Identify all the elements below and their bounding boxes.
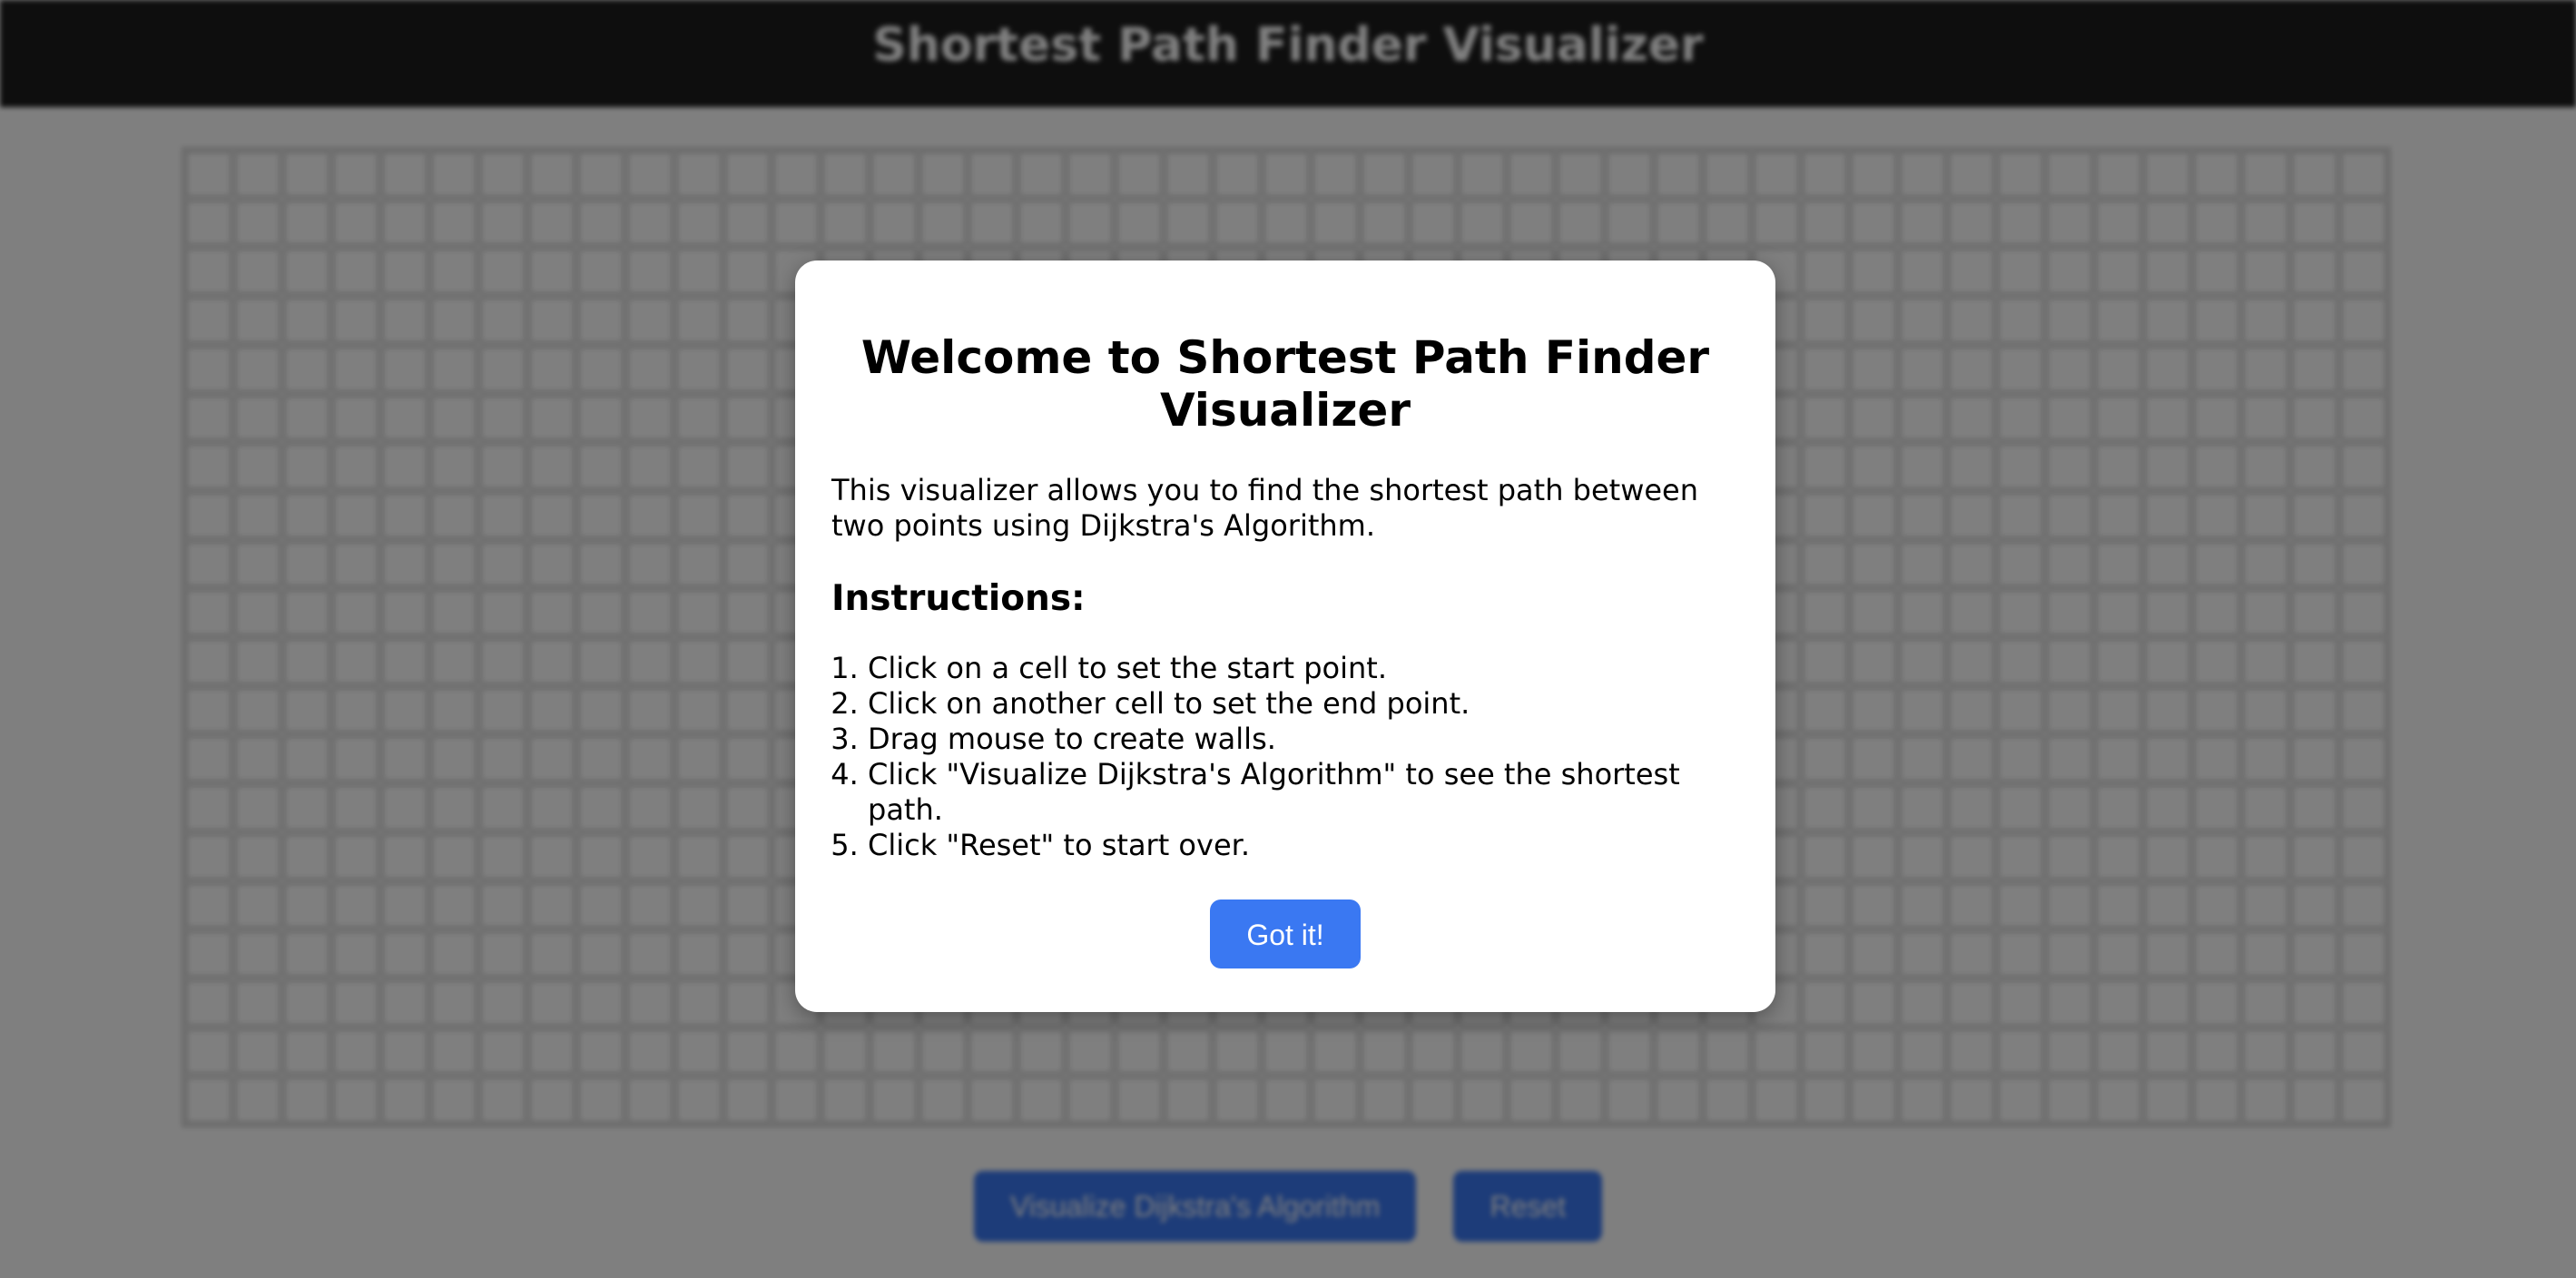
instructions-heading: Instructions: xyxy=(831,578,1086,619)
welcome-modal: Welcome to Shortest Path Finder Visualiz… xyxy=(795,261,1775,1012)
modal-actions: Got it! xyxy=(831,900,1739,968)
instruction-item: Click on another cell to set the end poi… xyxy=(868,686,1739,722)
modal-description: This visualizer allows you to find the s… xyxy=(831,473,1699,543)
instruction-item: Click on a cell to set the start point. xyxy=(868,651,1739,686)
instruction-item: Click "Reset" to start over. xyxy=(868,828,1739,863)
instruction-item: Drag mouse to create walls. xyxy=(868,722,1739,757)
modal-title: Welcome to Shortest Path Finder Visualiz… xyxy=(860,331,1710,437)
instruction-item: Click "Visualize Dijkstra's Algorithm" t… xyxy=(868,757,1739,828)
got-it-button[interactable]: Got it! xyxy=(1210,900,1361,968)
instruction-list: Click on a cell to set the start point. … xyxy=(831,651,1739,863)
